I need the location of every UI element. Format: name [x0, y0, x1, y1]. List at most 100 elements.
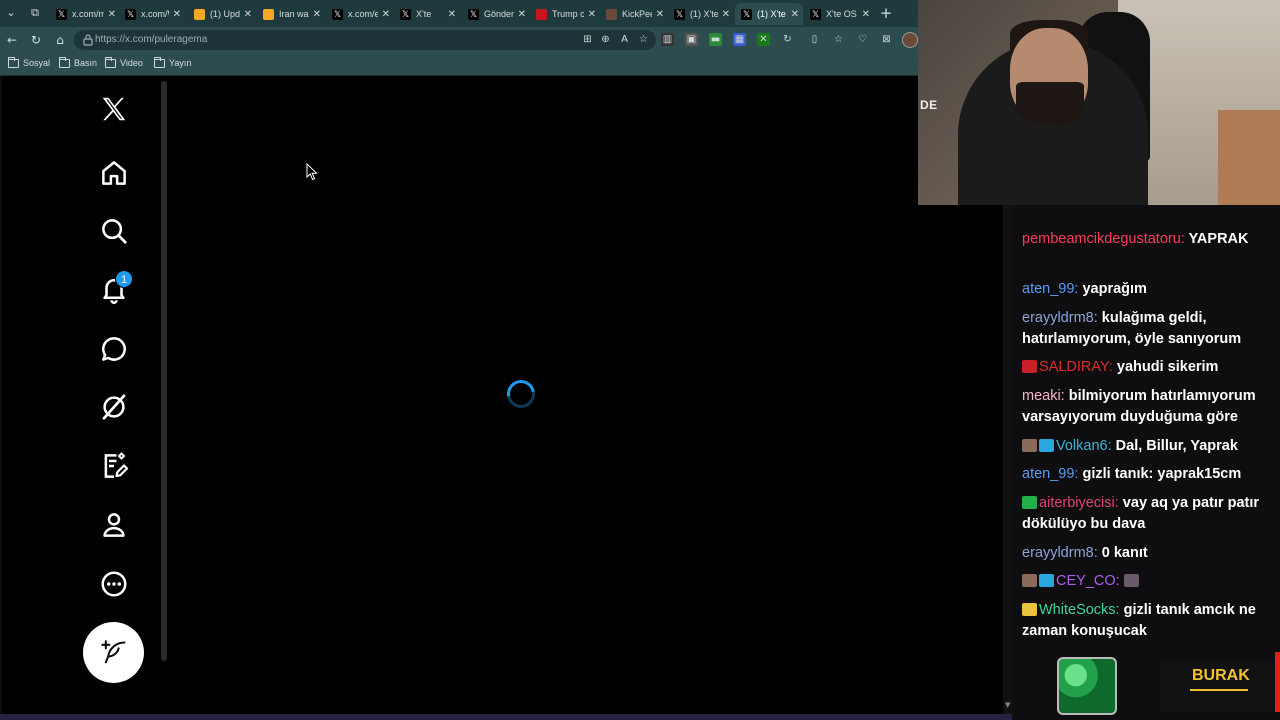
chat-username[interactable]: erayyldrm8: — [1022, 310, 1098, 326]
read-aloud-icon[interactable]: A — [618, 33, 631, 46]
browser-tab[interactable]: 𝕏x.com/m ✕ — [50, 3, 120, 25]
chat-username[interactable]: Volkan6: — [1056, 438, 1112, 454]
brand-red-bar — [1275, 652, 1280, 712]
x-logo-icon[interactable] — [96, 91, 132, 127]
extension-icon[interactable]: ▬ — [709, 33, 722, 46]
live-chat-panel: pembeamcikdegustatoru: YAPRAK aten_99: ya… — [1012, 205, 1280, 720]
tab-title: KickPee — [622, 9, 652, 19]
app-available-icon[interactable]: ⊞ — [581, 33, 594, 46]
chat-message: erayyldrm8: 0 kanıt — [1022, 543, 1277, 564]
bookmark-folder-yayin[interactable]: Yayın — [154, 56, 191, 68]
tab-close-icon[interactable]: ✕ — [313, 9, 321, 20]
chat-username[interactable]: WhiteSocks: — [1039, 602, 1120, 618]
browser-tab[interactable]: 𝕏x.com/et ✕ — [326, 3, 394, 25]
tab-menu-chevron-icon[interactable]: ⌄ — [4, 6, 18, 20]
chat-username[interactable]: erayyldrm8: — [1022, 545, 1098, 561]
browser-window: ⌄ ⧉ 𝕏x.com/m ✕ 𝕏x.com/W ✕ (1) Upda ✕ Iran war ✕… — [0, 0, 918, 76]
reload-icon[interactable]: ↻ — [28, 32, 44, 48]
browser-tab[interactable]: 𝕏 X'te ✕ — [394, 3, 460, 25]
home-icon[interactable]: ⌂ — [52, 32, 68, 48]
bookmark-folder-sosyal[interactable]: Sosyal — [8, 56, 51, 68]
tab-close-icon[interactable]: ✕ — [862, 9, 870, 20]
grok-icon[interactable] — [96, 389, 132, 425]
chat-username[interactable]: aiterbiyecisi: — [1039, 495, 1119, 511]
folder-icon — [59, 56, 70, 68]
browser-tab[interactable]: KickPee ✕ — [600, 3, 668, 25]
chat-message: SALDIRAY: yahudi sikerim — [1022, 357, 1277, 378]
feather-plus-icon — [100, 639, 126, 663]
url-field[interactable]: https://x.com/puleragema — [74, 30, 656, 50]
x-icon: 𝕏 — [400, 8, 411, 20]
chat-message-text: 0 kanıt — [1097, 545, 1148, 561]
streamer-beard — [1016, 82, 1084, 126]
performance-heart-icon[interactable]: ♡ — [856, 33, 869, 46]
tab-title: x.com/m — [72, 9, 104, 19]
x-page: 1 ▼ — [0, 77, 1012, 720]
site-info-icon[interactable] — [82, 33, 94, 47]
favorite-star-icon[interactable]: ☆ — [637, 33, 650, 46]
favorites-icon[interactable]: ☆ — [832, 33, 845, 46]
extension-icon[interactable]: ✕ — [757, 33, 770, 46]
tab-close-icon[interactable]: ✕ — [588, 9, 596, 20]
tab-title: X'te — [416, 9, 432, 19]
browser-tab[interactable]: 𝕏x.com/W ✕ — [119, 3, 185, 25]
browser-tab[interactable]: 𝕏 X'te OS ✕ — [804, 3, 874, 25]
chat-username[interactable]: SALDIRAY: — [1039, 359, 1113, 375]
chat-username[interactable]: CEY_CO: — [1056, 573, 1120, 589]
chat-username[interactable]: aten_99: — [1022, 466, 1078, 482]
chat-message: aiterbiyecisi: vay aq ya patır patır dök… — [1022, 493, 1277, 535]
scroll-down-arrow-icon[interactable]: ▼ — [1005, 701, 1010, 710]
chat-message-text: gizli tanık: yaprak15cm — [1078, 466, 1242, 482]
zoom-icon[interactable]: ⊕ — [599, 33, 612, 46]
tab-close-icon[interactable]: ✕ — [448, 9, 456, 20]
orange-icon — [263, 8, 274, 20]
browser-tab[interactable]: 𝕏 (1) X'te ✕ — [668, 3, 734, 25]
chat-message: WhiteSocks: gizli tanık amcık ne zaman k… — [1022, 600, 1277, 642]
chat-username[interactable]: aten_99: — [1022, 281, 1078, 297]
tab-close-icon[interactable]: ✕ — [518, 9, 526, 20]
compose-post-button[interactable] — [83, 622, 144, 683]
new-tab-button[interactable]: + — [878, 5, 894, 21]
back-arrow-icon[interactable]: ← — [4, 32, 20, 48]
sidebar-scrollbar[interactable] — [161, 81, 167, 661]
tab-close-icon[interactable]: ✕ — [108, 9, 116, 20]
bookmark-folder-video[interactable]: Video — [105, 56, 143, 68]
x-icon: 𝕏 — [332, 8, 343, 20]
tab-title: (1) Upda — [210, 9, 240, 19]
browser-tab[interactable]: 𝕏 (1) X'te ✕ — [735, 3, 803, 25]
bookmark-folder-basin[interactable]: Basın — [59, 56, 97, 68]
collections-icon[interactable]: ⊠ — [880, 33, 893, 46]
chat-message-text: yahudi sikerim — [1112, 359, 1219, 375]
drafts-edit-icon[interactable] — [96, 448, 132, 484]
bead-jar-widget — [1057, 657, 1117, 715]
browser-tab[interactable]: (1) Upda ✕ — [188, 3, 256, 25]
tab-title: Gönderi — [484, 9, 514, 19]
x-icon: 𝕏 — [125, 8, 136, 20]
extension-icon[interactable]: ▦ — [733, 33, 746, 46]
explore-search-icon[interactable] — [96, 213, 132, 249]
tab-close-icon[interactable]: ✕ — [791, 9, 799, 20]
bookmark-label: Sosyal — [23, 58, 51, 68]
workspaces-icon[interactable]: ⧉ — [28, 6, 42, 20]
browser-tab[interactable]: Iran war ✕ — [257, 3, 325, 25]
extension-icon[interactable]: ▣ — [685, 33, 698, 46]
chat-username[interactable]: meaki: — [1022, 388, 1065, 404]
chat-username[interactable]: pembeamcikdegustatoru: — [1022, 231, 1185, 247]
tab-close-icon[interactable]: ✕ — [173, 9, 181, 20]
profile-person-icon[interactable] — [96, 507, 132, 543]
tab-close-icon[interactable]: ✕ — [656, 9, 664, 20]
browser-tab[interactable]: 𝕏 Gönderi ✕ — [462, 3, 530, 25]
browser-tab[interactable]: Trump c ✕ — [530, 3, 600, 25]
profile-avatar[interactable] — [902, 32, 918, 48]
extension-icon[interactable]: ▥ — [661, 33, 674, 46]
tab-close-icon[interactable]: ✕ — [722, 9, 730, 20]
more-options-icon[interactable] — [96, 566, 132, 602]
home-nav-icon[interactable] — [96, 155, 132, 191]
tab-title: (1) X'te — [757, 9, 786, 19]
split-screen-icon[interactable]: ▯ — [808, 33, 821, 46]
tab-title: x.com/et — [348, 9, 378, 19]
tab-close-icon[interactable]: ✕ — [382, 9, 390, 20]
refresh-extension-icon[interactable]: ↻ — [781, 33, 794, 46]
tab-close-icon[interactable]: ✕ — [244, 9, 252, 20]
messages-bubble-icon[interactable] — [96, 331, 132, 367]
